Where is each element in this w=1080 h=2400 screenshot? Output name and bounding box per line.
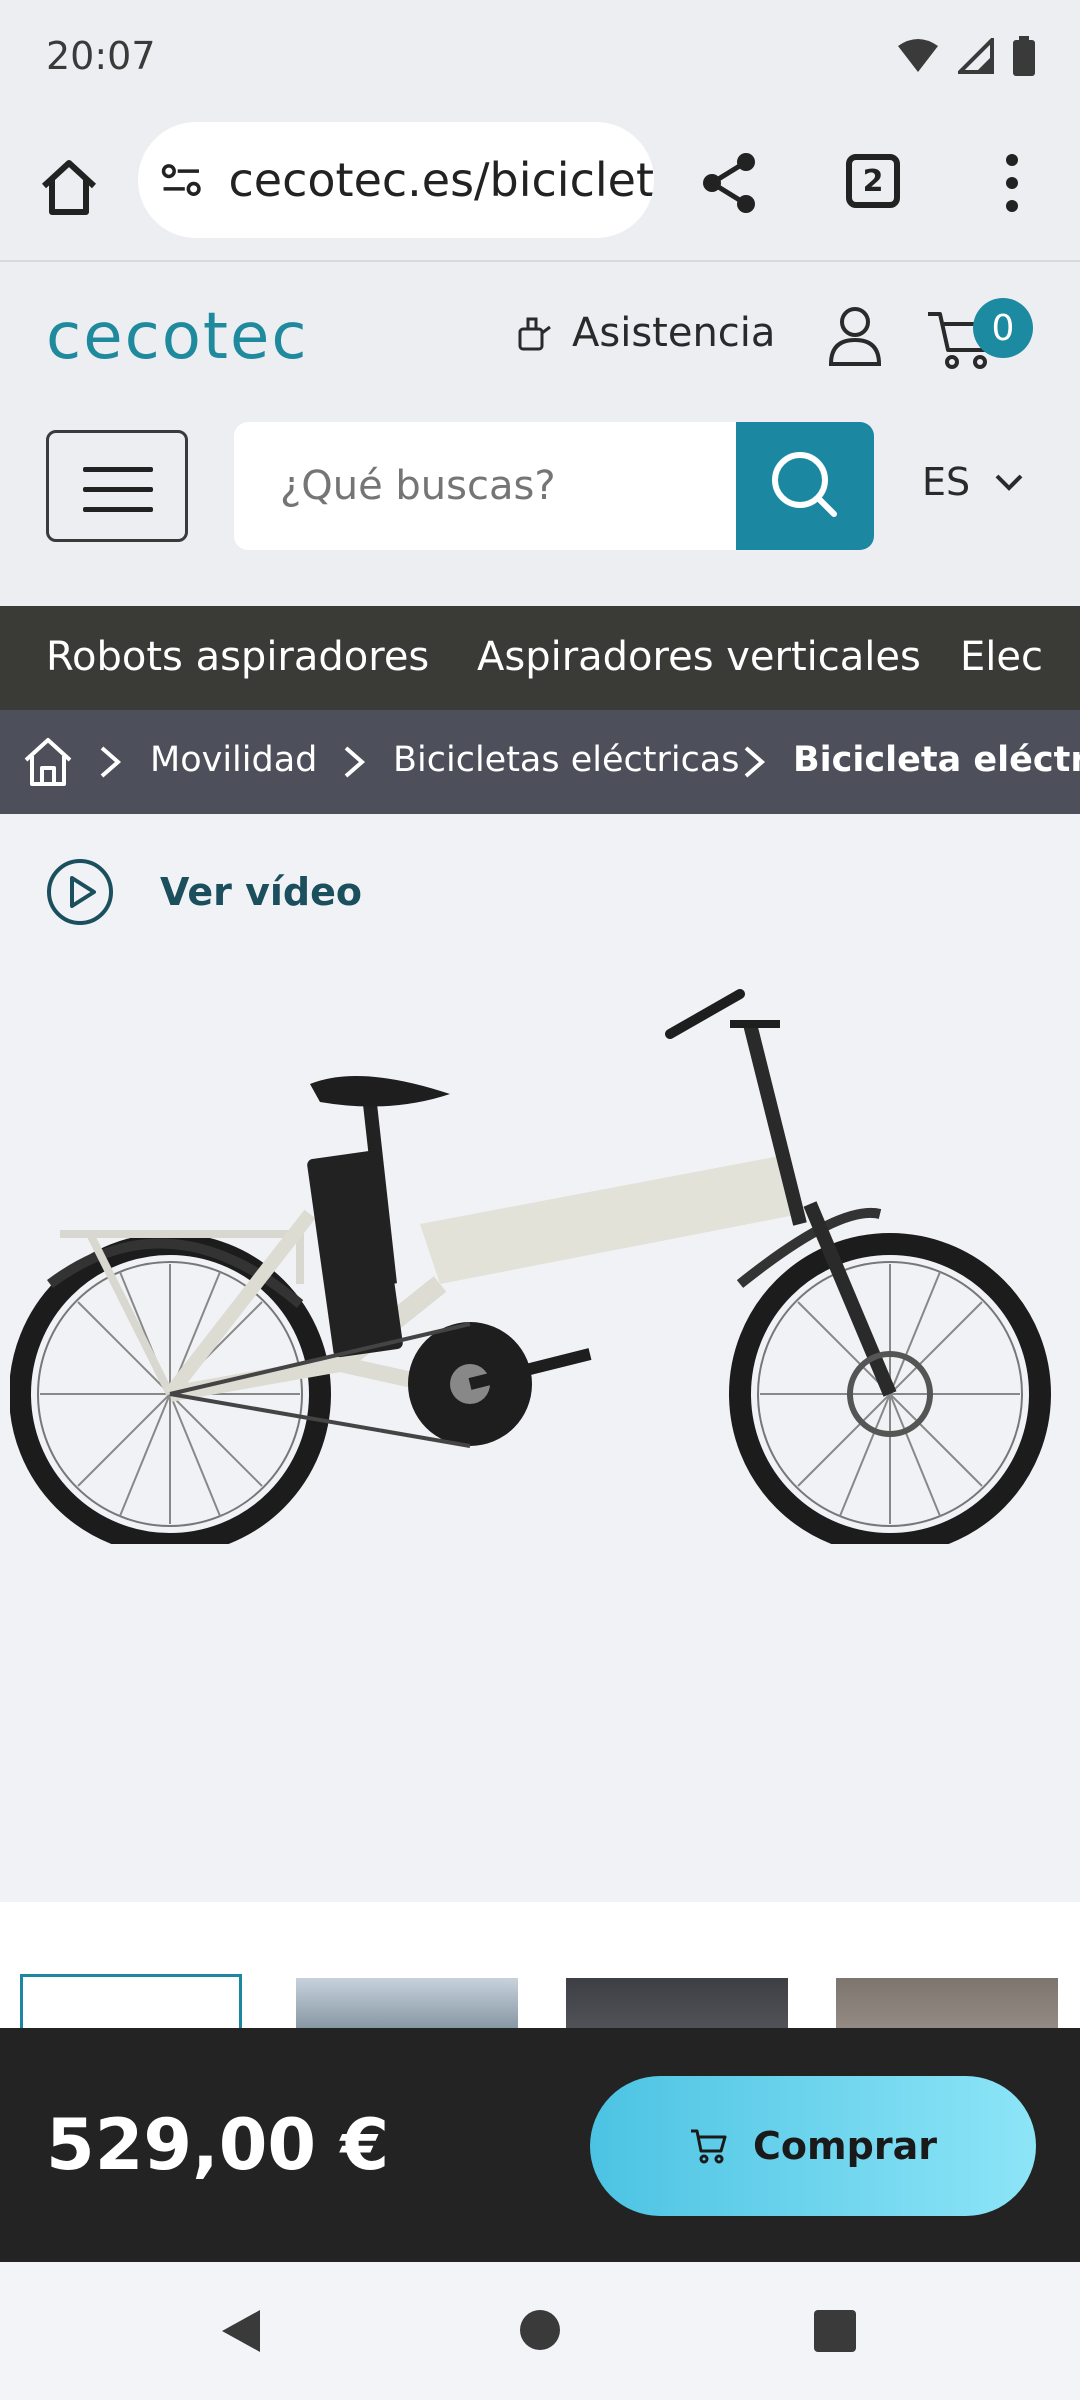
buy-label: Comprar [753,2124,937,2168]
category-item[interactable]: Elec [960,634,1043,680]
buy-bar: 529,00 € Comprar [0,2028,1080,2262]
home-icon[interactable] [22,736,74,788]
product-price: 529,00 € [46,2104,390,2186]
assistance-icon [518,317,551,351]
search-icon [772,452,837,517]
product-gallery: Ver vídeo [0,814,1080,1902]
search-bar [234,422,874,550]
tab-switcher-button[interactable]: 2 [846,154,900,208]
watch-video-label: Ver vídeo [160,870,362,914]
search-input[interactable] [234,422,736,550]
status-time: 20:07 [46,34,156,78]
address-bar[interactable]: cecotec.es/biciclet [138,122,654,238]
cart-count-badge: 0 [973,298,1033,358]
battery-icon [1013,36,1035,76]
play-icon [47,859,113,925]
back-icon[interactable] [218,2306,264,2356]
recents-icon[interactable] [814,2310,856,2352]
language-selector[interactable]: ES [922,460,1024,504]
breadcrumb-item[interactable]: Bicicletas eléctricas [393,740,740,780]
thumbnail-image[interactable] [836,1978,1058,2030]
thumbnail-image[interactable] [20,1974,242,2030]
watch-video-button[interactable]: Ver vídeo [46,858,362,926]
breadcrumb-current: Bicicleta eléctr [793,740,1080,780]
status-bar: 20:07 [0,0,1080,118]
user-account-icon[interactable] [826,304,884,368]
thumbnail-image[interactable] [566,1978,788,2030]
home-nav-icon[interactable] [519,2309,561,2351]
chevron-right-icon [100,746,122,778]
category-item[interactable]: Robots aspiradores [46,634,429,680]
category-item[interactable]: Aspiradores verticales [477,634,921,680]
chevron-right-icon [344,746,366,778]
thumbnail-image[interactable] [296,1978,518,2030]
site-header: cecotec Asistencia 0 ES [0,262,1080,606]
system-nav-bar [0,2262,1080,2400]
cecotec-logo[interactable]: cecotec [46,300,309,374]
buy-button[interactable]: Comprar [590,2076,1036,2216]
chevron-right-icon [744,746,766,778]
menu-button[interactable] [46,430,188,542]
language-label: ES [922,460,971,504]
search-button[interactable] [736,422,874,550]
browser-toolbar: cecotec.es/biciclet 2 [0,118,1080,262]
assistance-link[interactable]: Asistencia [514,310,775,356]
more-options-icon[interactable] [990,150,1034,216]
assistance-label: Asistencia [572,310,776,356]
breadcrumb: Movilidad Bicicletas eléctricas Biciclet… [0,710,1080,814]
product-image-bike[interactable] [10,984,1070,1544]
thumbnail-strip [0,1902,1080,2030]
category-nav: Robots aspiradores Aspiradores verticale… [0,606,1080,710]
home-icon[interactable] [36,154,102,220]
share-icon[interactable] [700,150,760,216]
breadcrumb-item[interactable]: Movilidad [150,740,317,780]
url-text: cecotec.es/biciclet [228,153,655,207]
cart-icon [691,2129,727,2164]
chevron-down-icon [995,474,1023,491]
status-icons [896,36,1036,76]
signal-icon [958,38,994,74]
wifi-icon [898,39,938,72]
site-settings-icon[interactable] [160,160,203,200]
